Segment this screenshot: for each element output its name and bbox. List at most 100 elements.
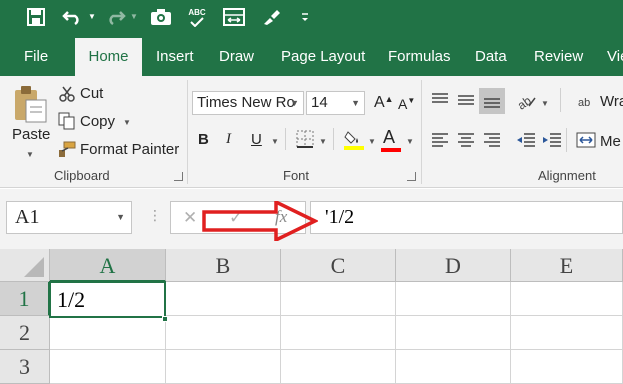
column-header-c[interactable]: C [281, 249, 396, 282]
tab-home[interactable]: Home [75, 38, 142, 76]
borders-dropdown-icon[interactable]: ▼ [319, 137, 327, 146]
group-separator [187, 80, 188, 184]
copy-dropdown-icon[interactable]: ▼ [123, 118, 131, 127]
align-top-icon[interactable] [431, 92, 449, 112]
select-all-button[interactable] [0, 249, 50, 282]
wrap-text-icon[interactable]: ab [578, 94, 590, 112]
bold-button[interactable]: B [198, 131, 209, 148]
cell-e3[interactable] [511, 350, 623, 384]
camera-icon[interactable] [150, 6, 172, 28]
row-header-3[interactable]: 3 [0, 350, 50, 384]
fill-handle[interactable] [162, 316, 168, 322]
cell-c1[interactable] [281, 282, 396, 316]
increase-indent-icon[interactable] [542, 132, 562, 152]
copy-icon[interactable] [58, 112, 76, 134]
decrease-indent-icon[interactable] [516, 132, 536, 152]
shrink-font-button[interactable]: A▼ [398, 96, 415, 112]
align-bottom-button[interactable] [479, 88, 505, 114]
cell-d3[interactable] [396, 350, 511, 384]
underline-button[interactable]: U [251, 131, 262, 148]
font-dialog-launcher-icon[interactable] [407, 172, 416, 181]
align-left-icon[interactable] [431, 132, 449, 152]
column-header-b[interactable]: B [166, 249, 281, 282]
customize-toolbar-icon[interactable] [300, 6, 310, 28]
tab-data[interactable]: Data [475, 38, 507, 76]
cancel-icon[interactable]: ✕ [183, 208, 197, 228]
copy-button[interactable]: Copy [80, 113, 115, 130]
tab-file[interactable]: File [24, 38, 48, 76]
tab-page-layout[interactable]: Page Layout [281, 38, 365, 76]
wrap-text-button[interactable]: Wra [600, 93, 623, 110]
merge-center-button[interactable]: Me [600, 133, 621, 150]
font-size-combo[interactable]: 14 ▼ [306, 91, 365, 115]
chevron-down-icon: ▼ [351, 98, 360, 108]
cell-b2[interactable] [166, 316, 281, 350]
column-header-e[interactable]: E [511, 249, 623, 282]
grow-font-button[interactable]: A▲ [374, 94, 394, 112]
redo-dropdown-icon[interactable]: ▼ [130, 12, 138, 21]
font-color-dropdown-icon[interactable]: ▼ [406, 137, 414, 146]
shrink-font-letter: A [398, 96, 408, 112]
font-color-swatch [381, 148, 401, 152]
tab-formulas[interactable]: Formulas [388, 38, 451, 76]
row-header-1[interactable]: 1 [0, 282, 50, 316]
undo-icon[interactable] [62, 6, 84, 28]
paste-button[interactable]: Paste [12, 126, 50, 143]
fill-color-dropdown-icon[interactable]: ▼ [368, 137, 376, 146]
redo-icon[interactable] [104, 6, 126, 28]
spelling-label: ABC [188, 7, 206, 17]
cell-d2[interactable] [396, 316, 511, 350]
spelling-icon[interactable]: ABC [186, 6, 208, 28]
italic-button[interactable]: I [226, 131, 231, 148]
cell-b3[interactable] [166, 350, 281, 384]
cell-a2[interactable] [50, 316, 166, 350]
cell-e2[interactable] [511, 316, 623, 350]
column-header-d[interactable]: D [396, 249, 511, 282]
align-center-icon[interactable] [457, 132, 475, 152]
autofit-icon[interactable] [223, 6, 245, 28]
formula-input-value: '1/2 [325, 206, 355, 228]
tab-draw[interactable]: Draw [219, 38, 254, 76]
cell-a1[interactable]: 1/2 [49, 281, 166, 318]
cut-icon[interactable] [58, 85, 76, 107]
cell-b1[interactable] [166, 282, 281, 316]
fill-color-icon[interactable] [344, 128, 364, 154]
align-right-icon[interactable] [483, 132, 501, 152]
row-header-2[interactable]: 2 [0, 316, 50, 350]
format-brush-icon[interactable] [262, 6, 282, 28]
merge-center-icon[interactable] [576, 132, 596, 152]
save-icon[interactable] [26, 6, 46, 28]
font-name-value: Times New Ro [197, 94, 295, 111]
cell-a3[interactable] [50, 350, 166, 384]
tab-view[interactable]: Vie [607, 38, 623, 76]
underline-dropdown-icon[interactable]: ▼ [271, 137, 279, 146]
cell-e1[interactable] [511, 282, 623, 316]
name-box[interactable]: A1 ▼ [6, 201, 132, 234]
cell-d1[interactable] [396, 282, 511, 316]
font-name-combo[interactable]: Times New Ro ▼ [192, 91, 304, 115]
undo-dropdown-icon[interactable]: ▼ [88, 12, 96, 21]
borders-icon[interactable] [296, 130, 314, 152]
formula-input[interactable]: '1/2 [310, 201, 623, 234]
formula-bar-grip-icon: ⋮ [148, 207, 163, 223]
orientation-dropdown-icon[interactable]: ▼ [541, 99, 549, 108]
svg-text:ab: ab [578, 97, 590, 108]
format-painter-button[interactable]: Format Painter [80, 141, 179, 158]
format-painter-icon[interactable] [58, 140, 76, 162]
column-header-a[interactable]: A [50, 249, 166, 282]
paste-dropdown-icon[interactable]: ▼ [26, 150, 34, 159]
cell-c2[interactable] [281, 316, 396, 350]
font-size-value: 14 [311, 94, 328, 111]
cell-c3[interactable] [281, 350, 396, 384]
align-middle-icon[interactable] [457, 92, 475, 112]
orientation-icon[interactable]: ab [515, 92, 538, 114]
tab-review[interactable]: Review [534, 38, 583, 76]
font-color-button[interactable]: A [383, 127, 395, 148]
ribbon-tabs: File Home Insert Draw Page Layout Formul… [0, 38, 623, 76]
tab-insert[interactable]: Insert [156, 38, 194, 76]
clipboard-dialog-launcher-icon[interactable] [174, 172, 183, 181]
group-separator [421, 80, 422, 184]
chevron-down-icon[interactable]: ▼ [116, 202, 125, 233]
paste-icon[interactable] [12, 84, 48, 128]
cut-button[interactable]: Cut [80, 85, 103, 102]
